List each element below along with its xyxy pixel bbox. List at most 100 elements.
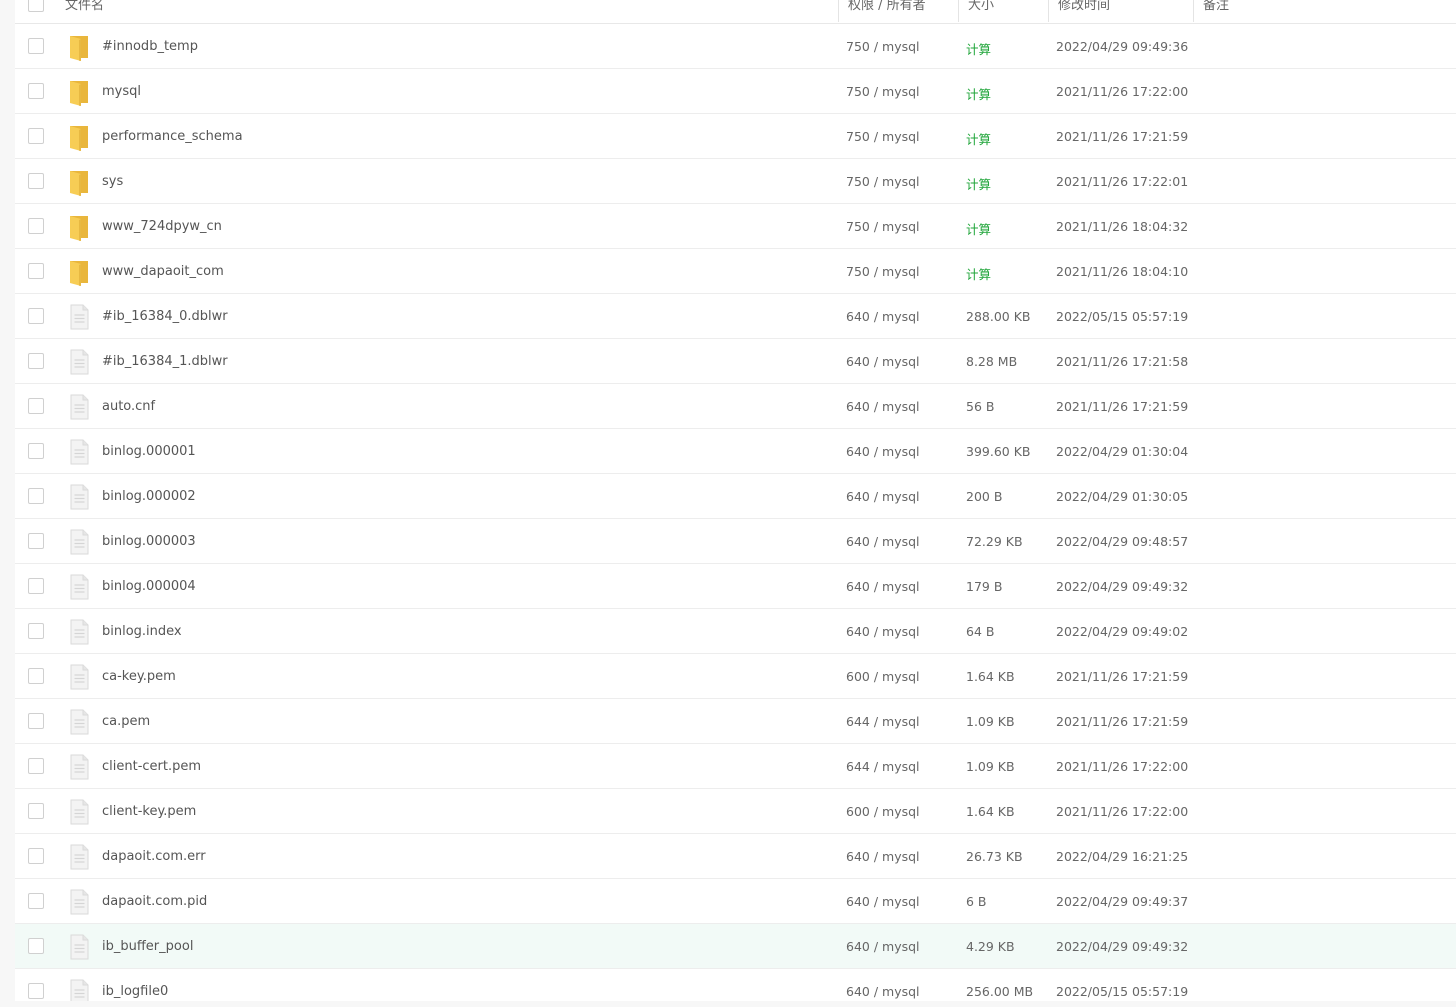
row-checkbox[interactable] [28,398,44,414]
file-name[interactable]: ib_logfile0 [102,984,168,999]
row-checkbox[interactable] [28,353,44,369]
file-name[interactable]: ca-key.pem [102,669,176,684]
folder-icon[interactable] [67,78,91,106]
file-name[interactable]: ca.pem [102,714,150,729]
file-icon[interactable] [67,573,91,601]
file-name[interactable]: #ib_16384_1.dblwr [102,354,228,369]
calc-size-link[interactable]: 计算 [966,129,991,148]
row-checkbox[interactable] [28,38,44,54]
file-icon[interactable] [67,393,91,421]
file-permission[interactable]: 640 / mysql [846,354,920,369]
table-row[interactable]: #ib_16384_1.dblwr 640 / mysql 8.28 MB 2021/… [15,339,1456,384]
file-icon[interactable] [67,933,91,961]
row-checkbox[interactable] [28,83,44,99]
file-name[interactable]: www_dapaoit_com [102,264,224,279]
row-checkbox[interactable] [28,128,44,144]
file-name[interactable]: sys [102,174,123,189]
file-name[interactable]: binlog.000003 [102,534,196,549]
file-name[interactable]: performance_schema [102,129,243,144]
table-row[interactable]: dapaoit.com.pid 640 / mysql 6 B 2022/04/29 … [15,879,1456,924]
file-icon[interactable] [67,843,91,871]
file-name[interactable]: www_724dpyw_cn [102,219,222,234]
table-row[interactable]: #ib_16384_0.dblwr 640 / mysql 288.00 KB 202… [15,294,1456,339]
header-size[interactable]: 大小 [968,0,994,24]
file-name[interactable]: auto.cnf [102,399,155,414]
file-icon[interactable] [67,888,91,916]
file-name[interactable]: binlog.000004 [102,579,196,594]
table-row[interactable]: binlog.000004 640 / mysql 179 B 2022/04/29 … [15,564,1456,609]
row-checkbox[interactable] [28,893,44,909]
table-row[interactable]: www_724dpyw_cn 750 / mysql 计算 2021/11/26 18… [15,204,1456,249]
file-icon[interactable] [67,708,91,736]
file-name[interactable]: #ib_16384_0.dblwr [102,309,228,324]
table-row[interactable]: client-key.pem 600 / mysql 1.64 KB 2021/11/… [15,789,1456,834]
calc-size-link[interactable]: 计算 [966,174,991,193]
file-name[interactable]: dapaoit.com.pid [102,894,207,909]
file-name[interactable]: ib_buffer_pool [102,939,193,954]
file-permission[interactable]: 644 / mysql [846,714,920,729]
folder-icon[interactable] [67,123,91,151]
file-permission[interactable]: 640 / mysql [846,309,920,324]
table-row[interactable]: ib_buffer_pool 640 / mysql 4.29 KB 2022/04/… [15,924,1456,969]
file-permission[interactable]: 640 / mysql [846,984,920,999]
file-permission[interactable]: 640 / mysql [846,399,920,414]
header-filename[interactable]: 文件名 [65,0,104,24]
folder-icon[interactable] [67,168,91,196]
row-checkbox[interactable] [28,803,44,819]
file-permission[interactable]: 640 / mysql [846,849,920,864]
file-permission[interactable]: 750 / mysql [846,39,920,54]
table-row[interactable]: mysql 750 / mysql 计算 2021/11/26 17:22:00 [15,69,1456,114]
row-checkbox[interactable] [28,578,44,594]
file-icon[interactable] [67,348,91,376]
table-row[interactable]: performance_schema 750 / mysql 计算 2021/11/2… [15,114,1456,159]
table-row[interactable]: www_dapaoit_com 750 / mysql 计算 2021/11/26 1… [15,249,1456,294]
file-permission[interactable]: 640 / mysql [846,579,920,594]
file-icon[interactable] [67,663,91,691]
calc-size-link[interactable]: 计算 [966,219,991,238]
file-icon[interactable] [67,798,91,826]
table-row[interactable]: ca-key.pem 600 / mysql 1.64 KB 2021/11/26 1… [15,654,1456,699]
row-checkbox[interactable] [28,173,44,189]
file-permission[interactable]: 640 / mysql [846,534,920,549]
file-icon[interactable] [67,528,91,556]
row-checkbox[interactable] [28,713,44,729]
file-icon[interactable] [67,978,91,1001]
file-permission[interactable]: 640 / mysql [846,939,920,954]
row-checkbox[interactable] [28,848,44,864]
row-checkbox[interactable] [28,938,44,954]
calc-size-link[interactable]: 计算 [966,84,991,103]
table-row[interactable]: ib_logfile0 640 / mysql 256.00 MB 2022/05/1… [15,969,1456,1001]
folder-icon[interactable] [67,33,91,61]
file-permission[interactable]: 644 / mysql [846,759,920,774]
folder-icon[interactable] [67,213,91,241]
file-permission[interactable]: 750 / mysql [846,174,920,189]
file-icon[interactable] [67,618,91,646]
file-icon[interactable] [67,753,91,781]
table-row[interactable]: auto.cnf 640 / mysql 56 B 2021/11/26 17:21:… [15,384,1456,429]
table-row[interactable]: binlog.000003 640 / mysql 72.29 KB 2022/04/… [15,519,1456,564]
file-icon[interactable] [67,303,91,331]
file-permission[interactable]: 750 / mysql [846,219,920,234]
file-permission[interactable]: 750 / mysql [846,84,920,99]
row-checkbox[interactable] [28,758,44,774]
table-row[interactable]: ca.pem 644 / mysql 1.09 KB 2021/11/26 17:21… [15,699,1456,744]
file-name[interactable]: binlog.index [102,624,182,639]
row-checkbox[interactable] [28,983,44,999]
calc-size-link[interactable]: 计算 [966,264,991,283]
file-name[interactable]: dapaoit.com.err [102,849,206,864]
row-checkbox[interactable] [28,668,44,684]
calc-size-link[interactable]: 计算 [966,39,991,58]
header-mtime[interactable]: 修改时间 [1058,0,1110,24]
table-row[interactable]: binlog.000002 640 / mysql 200 B 2022/04/29 … [15,474,1456,519]
file-name[interactable]: binlog.000001 [102,444,196,459]
row-checkbox[interactable] [28,623,44,639]
row-checkbox[interactable] [28,443,44,459]
table-row[interactable]: dapaoit.com.err 640 / mysql 26.73 KB 2022/0… [15,834,1456,879]
file-permission[interactable]: 640 / mysql [846,894,920,909]
file-icon[interactable] [67,483,91,511]
file-permission[interactable]: 640 / mysql [846,444,920,459]
table-row[interactable]: binlog.000001 640 / mysql 399.60 KB 2022/04… [15,429,1456,474]
table-row[interactable]: client-cert.pem 644 / mysql 1.09 KB 2021/11… [15,744,1456,789]
row-checkbox[interactable] [28,263,44,279]
header-permission[interactable]: 权限 / 所有者 [848,0,926,24]
